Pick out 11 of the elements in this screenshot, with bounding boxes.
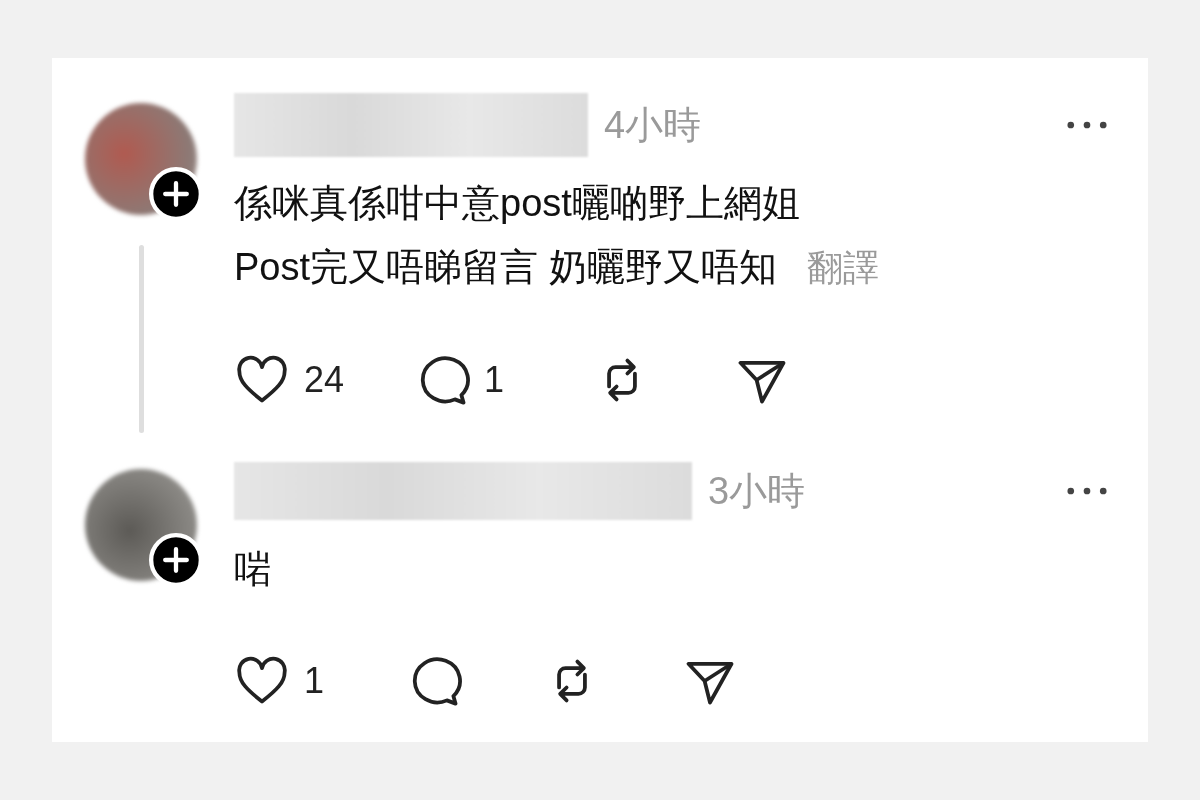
reply-count: 1	[484, 359, 505, 401]
post-text: 啱	[234, 547, 272, 592]
post-text: 係咪真係咁中意post曬啲野上網姐	[234, 181, 800, 226]
more-icon[interactable]	[1066, 486, 1108, 496]
like-count: 1	[304, 660, 325, 702]
post-text: Post完又唔睇留言 奶曬野又唔知	[234, 245, 777, 290]
post-time: 4小時	[604, 102, 702, 148]
like-count: 24	[304, 359, 345, 401]
translate-link[interactable]: 翻譯	[806, 236, 879, 300]
more-icon[interactable]	[1066, 120, 1108, 130]
post-time: 3小時	[708, 468, 806, 514]
